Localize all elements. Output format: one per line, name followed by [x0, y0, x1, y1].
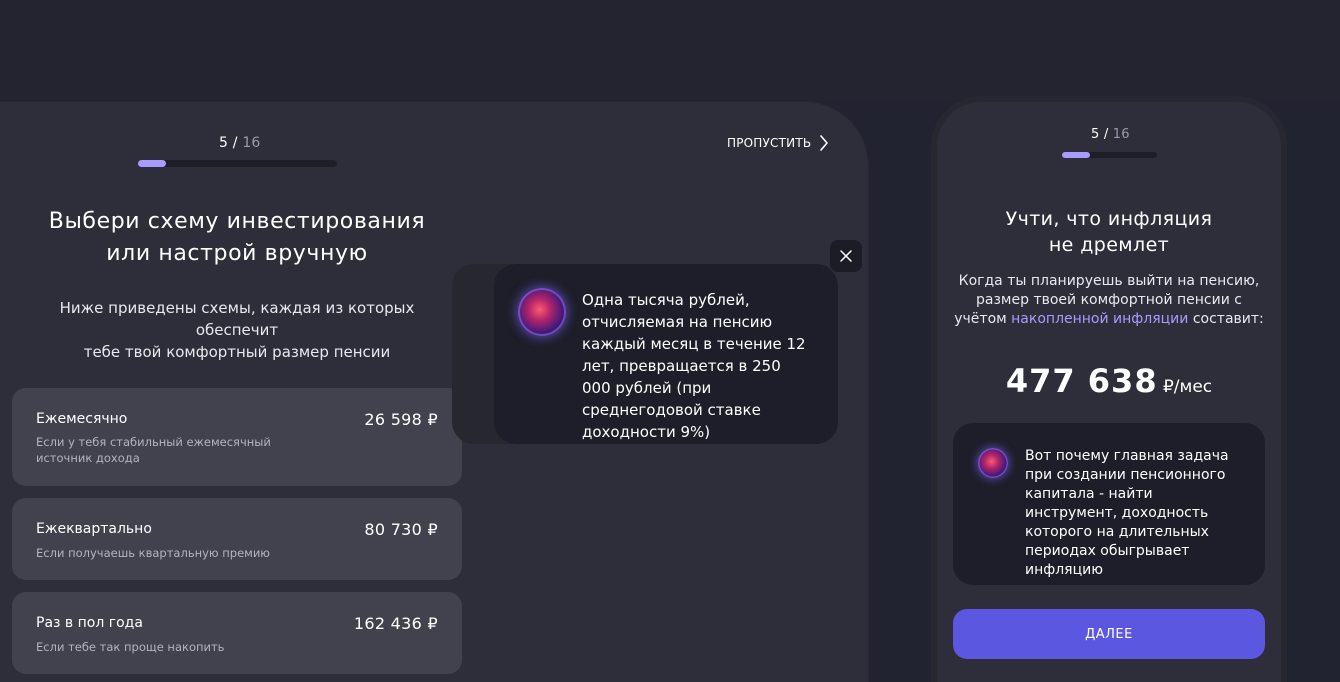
pension-amount-unit: ₽/мес [1157, 377, 1213, 397]
progress-bar-fill [1062, 152, 1090, 158]
progress-counter: 5 / 16 [219, 135, 261, 151]
scheme-amount: 26 598 ₽ [364, 410, 438, 429]
inflation-title-line-2: не дремлет [1048, 234, 1170, 256]
info-card-text: Вот почему главная задача при создании п… [1025, 448, 1229, 578]
scheme-name: Ежеквартально [36, 521, 152, 537]
scheme-amount: 80 730 ₽ [364, 520, 438, 539]
scheme-name: Ежемесячно [36, 411, 128, 427]
page-title-line-2: или настрой вручную [106, 241, 368, 266]
inflation-title-line-1: Учти, что инфляция [1005, 208, 1213, 230]
close-tooltip-button[interactable] [830, 240, 862, 272]
progress-current: 5 [219, 135, 229, 151]
skip-label: ПРОПУСТИТЬ [727, 136, 812, 150]
close-icon [840, 250, 852, 262]
pension-amount: 477 638 ₽/мес [937, 362, 1281, 400]
next-button[interactable]: ДАЛЕЕ [953, 609, 1265, 659]
progress-bar-right [1062, 152, 1157, 158]
scheme-description: Если тебе так проще накопить [36, 640, 225, 654]
skip-button[interactable]: ПРОПУСТИТЬ [727, 135, 829, 151]
progress-total: 16 [242, 135, 261, 151]
progress-bar [138, 160, 337, 167]
scheme-description: Если у тебя стабильный ежемесячный источ… [36, 435, 271, 465]
page-title-line-1: Выбери схему инвестирования [48, 209, 426, 234]
page-subtitle: Ниже приведены схемы, каждая из которых … [22, 297, 452, 363]
inflation-title: Учти, что инфляция не дремлет [937, 206, 1281, 258]
scheme-amount: 162 436 ₽ [353, 614, 438, 633]
inflation-subtitle: Когда ты планируешь выйти на пенсию, раз… [950, 272, 1268, 329]
progress-counter-right: 5 / 16 [1091, 127, 1130, 142]
page-subtitle-line-1: Ниже приведены схемы, каждая из которых … [59, 299, 415, 339]
scheme-card-monthly[interactable]: Ежемесячно Если у тебя стабильный ежемес… [12, 388, 462, 486]
scheme-name: Раз в пол года [36, 615, 143, 631]
chevron-right-icon [820, 135, 829, 151]
page-subtitle-line-2: тебе твой комфортный размер пенсии [83, 343, 391, 361]
inflation-link[interactable]: накопленной инфляции [1011, 311, 1188, 327]
progress-separator: / [228, 135, 243, 151]
progress-total: 16 [1112, 127, 1130, 142]
scheme-description: Если получаешь квартальную премию [36, 546, 270, 560]
progress-bar-fill [138, 160, 166, 167]
next-button-label: ДАЛЕЕ [1085, 626, 1133, 642]
orb-icon [518, 288, 566, 336]
orb-icon [978, 448, 1008, 478]
top-background [0, 0, 1340, 100]
subtitle-text-2: составит: [1188, 311, 1264, 327]
page-title: Выбери схему инвестирования или настрой … [22, 206, 452, 270]
scheme-card-quarterly[interactable]: Ежеквартально Если получаешь квартальную… [12, 498, 462, 580]
pension-amount-value: 477 638 [1005, 362, 1158, 400]
scheme-card-halfyear[interactable]: Раз в пол года Если тебе так проще накоп… [12, 592, 462, 674]
progress-separator: / [1099, 127, 1113, 142]
tooltip-text: Одна тысяча рублей, отчисляемая на пенси… [582, 291, 806, 441]
